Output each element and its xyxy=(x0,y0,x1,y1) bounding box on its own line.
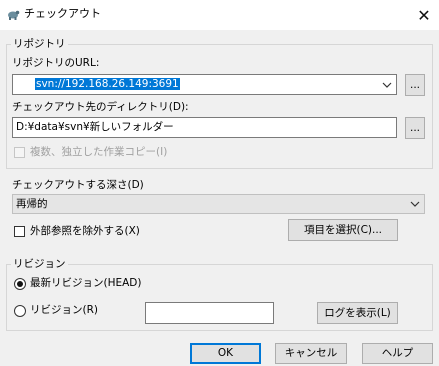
tortoise-svn-icon xyxy=(8,10,20,20)
revision-number-field[interactable] xyxy=(145,302,274,324)
repository-url-value: svn://192.168.26.149:3691 xyxy=(35,78,180,90)
checkout-directory-field[interactable]: D:¥data¥svn¥新しいフォルダー xyxy=(12,117,397,138)
checkout-depth-value: 再帰的 xyxy=(16,198,48,210)
checkout-depth-dropdown[interactable]: 再帰的 xyxy=(12,194,425,214)
ok-button[interactable]: OK xyxy=(190,343,261,364)
specific-revision-label: リビジョン(R) xyxy=(30,304,98,316)
checkout-directory-value: D:¥data¥svn¥新しいフォルダー xyxy=(16,121,174,133)
repository-url-label: リポジトリのURL: xyxy=(12,57,100,69)
select-items-button[interactable]: 項目を選択(C)... xyxy=(288,219,398,241)
close-icon: ✕ xyxy=(417,5,431,25)
cancel-button[interactable]: キャンセル xyxy=(275,343,347,364)
checkout-dialog: チェックアウト ✕ リポジトリ リポジトリのURL: svn://192.168… xyxy=(0,0,439,366)
repository-group-label: リポジトリ xyxy=(11,38,68,50)
window-title: チェックアウト xyxy=(24,7,101,20)
specific-revision-radio[interactable] xyxy=(14,305,26,317)
head-revision-radio[interactable] xyxy=(14,278,26,290)
close-button[interactable]: ✕ xyxy=(409,0,439,30)
checkout-directory-label: チェックアウト先のディレクトリ(D): xyxy=(12,101,189,113)
show-log-button[interactable]: ログを表示(L) xyxy=(317,302,398,324)
checkout-depth-label: チェックアウトする深さ(D) xyxy=(12,179,144,191)
independent-copy-label: 複数、独立した作業コピー(I) xyxy=(30,146,168,158)
chevron-down-icon[interactable] xyxy=(409,198,421,210)
repository-url-combobox[interactable]: svn://192.168.26.149:3691 xyxy=(12,74,397,95)
chevron-down-icon[interactable] xyxy=(381,79,393,91)
head-revision-label: 最新リビジョン(HEAD) xyxy=(30,277,142,289)
independent-copy-checkbox[interactable] xyxy=(14,147,25,158)
directory-browse-button[interactable]: ... xyxy=(405,117,425,139)
exclude-externals-checkbox[interactable] xyxy=(14,226,25,237)
revision-group-label: リビジョン xyxy=(11,258,68,270)
title-bar: チェックアウト ✕ xyxy=(0,0,439,30)
help-button[interactable]: ヘルプ xyxy=(362,343,433,364)
exclude-externals-label: 外部参照を除外する(X) xyxy=(30,225,140,237)
repository-browse-button[interactable]: ... xyxy=(405,74,425,96)
